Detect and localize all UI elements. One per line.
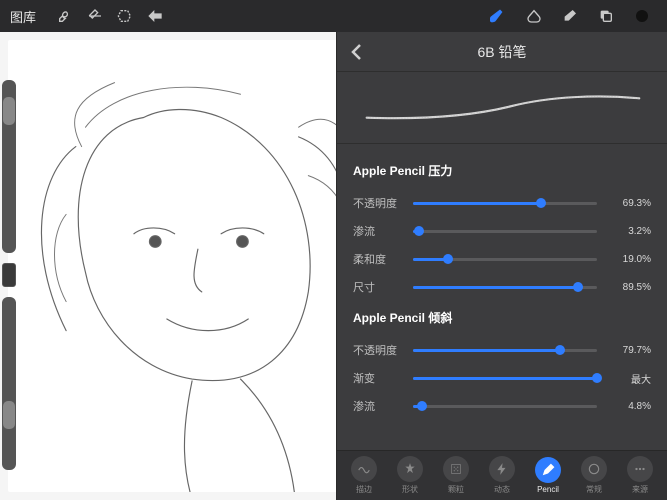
panel-title: 6B 铅笔 <box>477 42 526 62</box>
color-button[interactable] <box>627 1 657 31</box>
category-pencil[interactable]: Pencil <box>535 457 561 494</box>
eraser-tool[interactable] <box>555 1 585 31</box>
slider-row: 不透明度 69.3% <box>353 189 651 217</box>
slider-value: 79.7% <box>607 345 651 356</box>
slider-label: 不透明度 <box>353 342 403 358</box>
slider-label: 不透明度 <box>353 195 403 211</box>
section-title: Apple Pencil 倾斜 <box>353 309 651 326</box>
chevron-left-icon <box>345 40 369 64</box>
slider-value: 4.8% <box>607 401 651 412</box>
slider-label: 柔和度 <box>353 251 403 267</box>
slider-track[interactable] <box>413 230 597 233</box>
slider-track[interactable] <box>413 377 597 380</box>
category-label: 形状 <box>402 484 418 495</box>
wave-icon <box>351 456 377 482</box>
grain-icon <box>443 456 469 482</box>
category-label: 描边 <box>356 484 372 495</box>
category-stroke[interactable]: 描边 <box>351 456 377 495</box>
library-button[interactable]: 图库 <box>10 7 36 26</box>
sidebar-sliders <box>2 80 16 470</box>
category-shape[interactable]: 形状 <box>397 456 423 495</box>
slider-row: 尺寸 89.5% <box>353 273 651 301</box>
slider-row: 柔和度 19.0% <box>353 245 651 273</box>
top-toolbar: 图库 <box>0 0 667 32</box>
slider-value: 69.3% <box>607 198 651 209</box>
category-dynamics[interactable]: 动态 <box>489 456 515 495</box>
tool-adjust[interactable] <box>80 1 110 31</box>
slider-row: 渐变 最大 <box>353 364 651 392</box>
slider-row: 不透明度 79.7% <box>353 336 651 364</box>
category-label: 颗粒 <box>448 484 464 495</box>
slider-label: 尺寸 <box>353 279 403 295</box>
slider-label: 渗流 <box>353 223 403 239</box>
app-root: 图库 <box>0 0 667 500</box>
tool-wrench[interactable] <box>50 1 80 31</box>
slider-track[interactable] <box>413 202 597 205</box>
slider-track[interactable] <box>413 405 597 408</box>
slider-track[interactable] <box>413 286 597 289</box>
section-title: Apple Pencil 压力 <box>353 162 651 179</box>
tool-select[interactable] <box>110 1 140 31</box>
slider-row: 渗流 3.2% <box>353 217 651 245</box>
category-label: Pencil <box>537 485 559 494</box>
panel-header: 6B 铅笔 <box>337 32 667 72</box>
category-bar: 描边 形状 颗粒 动态 Pencil 常规 来源 <box>337 450 667 500</box>
slider-track[interactable] <box>413 258 597 261</box>
category-source[interactable]: 来源 <box>627 456 653 495</box>
slider-track[interactable] <box>413 349 597 352</box>
category-general[interactable]: 常规 <box>581 456 607 495</box>
category-label: 动态 <box>494 484 510 495</box>
back-button[interactable] <box>345 40 369 64</box>
pencil-icon <box>535 457 561 483</box>
opacity-slider[interactable] <box>2 297 16 470</box>
right-tool-group <box>483 1 657 31</box>
circle-icon <box>581 456 607 482</box>
smudge-tool[interactable] <box>519 1 549 31</box>
brush-tool[interactable] <box>483 1 513 31</box>
slider-value: 19.0% <box>607 254 651 265</box>
modifier-button[interactable] <box>2 263 16 287</box>
slider-value: 最大 <box>607 371 651 386</box>
slider-value: 3.2% <box>607 226 651 237</box>
slider-value: 89.5% <box>607 282 651 293</box>
stroke-preview-graphic <box>357 88 647 128</box>
tool-transform[interactable] <box>140 1 170 31</box>
brush-settings-panel: 6B 铅笔 Apple Pencil 压力不透明度 69.3% 渗流 3.2% 柔和度 1… <box>336 32 667 500</box>
slider-label: 渐变 <box>353 370 403 386</box>
category-label: 常规 <box>586 484 602 495</box>
layers-button[interactable] <box>591 1 621 31</box>
brush-size-slider[interactable] <box>2 80 16 253</box>
star-icon <box>397 456 423 482</box>
dots-icon <box>627 456 653 482</box>
panel-body: Apple Pencil 压力不透明度 69.3% 渗流 3.2% 柔和度 19.0% 尺寸… <box>337 144 667 450</box>
slider-label: 渗流 <box>353 398 403 414</box>
slider-row: 渗流 4.8% <box>353 392 651 420</box>
category-grain[interactable]: 颗粒 <box>443 456 469 495</box>
bolt-icon <box>489 456 515 482</box>
category-label: 来源 <box>632 484 648 495</box>
stroke-preview <box>337 72 667 144</box>
